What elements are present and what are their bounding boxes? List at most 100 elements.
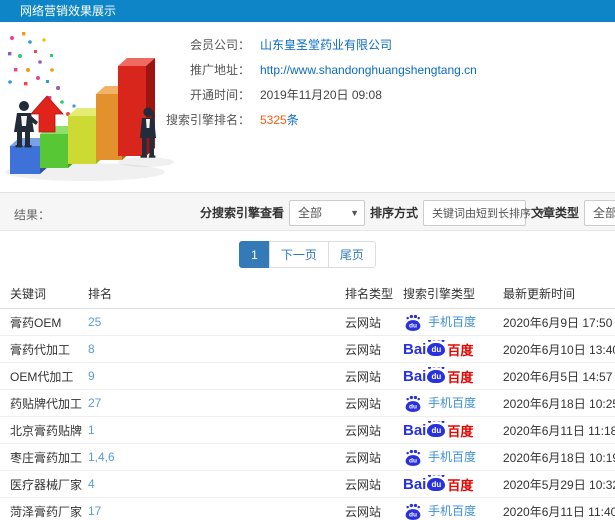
baidu-paw-icon: du bbox=[427, 366, 446, 383]
rank-link[interactable]: 1,4,6 bbox=[88, 450, 115, 464]
baidu-logo: Bai du 百度 bbox=[403, 366, 474, 385]
rank-type-cell: 云网站 bbox=[345, 450, 382, 465]
rank-link[interactable]: 17 bbox=[88, 504, 101, 518]
engine-rank-count: 5325 bbox=[260, 113, 287, 127]
baidu-logo: Bai du 百度 bbox=[403, 339, 474, 358]
engine-label: 手机百度 bbox=[428, 395, 477, 410]
engine-label: 手机百度 bbox=[428, 449, 477, 464]
keyword-table: 关键词 排名 排名类型 搜索引擎类型 最新更新时间 膏药OEM 25 云网站 d… bbox=[0, 278, 615, 520]
rank-type-cell: 云网站 bbox=[345, 315, 382, 330]
header-rank: 排名 bbox=[88, 286, 113, 301]
engine-cell: du 手机百度 bbox=[403, 502, 503, 520]
rank-type-cell: 云网站 bbox=[345, 342, 382, 357]
mobile-baidu-paw-icon: du bbox=[405, 397, 421, 412]
rank-link[interactable]: 9 bbox=[88, 369, 95, 383]
updated-time: 2020年6月5日 14:57 bbox=[503, 369, 613, 384]
engine-rank-unit: 条 bbox=[286, 113, 299, 127]
engine-label: 手机百度 bbox=[428, 314, 477, 329]
promo-url-label: 推广地址： bbox=[189, 63, 250, 77]
rank-link[interactable]: 1 bbox=[88, 423, 95, 437]
engine-label: 手机百度 bbox=[428, 503, 477, 518]
baidu-logo: Bai du 百度 bbox=[403, 420, 474, 439]
keyword-cell: 北京膏药贴牌 bbox=[10, 423, 83, 438]
rank-link[interactable]: 8 bbox=[88, 342, 95, 356]
table-row: 膏药代加工 8 云网站 Bai du 百度 2020年6月10日 13:40 bbox=[0, 336, 615, 363]
article-type-label: 文章类型 bbox=[531, 206, 580, 220]
table-row: 北京膏药贴牌 1 云网站 Bai du 百度 2020年6月11日 11:18 bbox=[0, 417, 615, 444]
info-row-url: 推广地址： http://www.shandonghuangshengtang.… bbox=[150, 57, 477, 82]
keyword-cell: OEM代加工 bbox=[10, 369, 74, 384]
page-1-button[interactable]: 1 bbox=[239, 241, 270, 268]
table-row: 药贴牌代加工 27 云网站 du 手机百度 2020年6月18日 10:25 bbox=[0, 390, 615, 417]
keyword-cell: 医疗器械厂家 bbox=[10, 477, 83, 492]
next-page-button[interactable]: 下一页 bbox=[268, 241, 329, 268]
engine-label: 百度 bbox=[447, 342, 474, 358]
engine-view-label: 分搜索引擎查看 bbox=[200, 206, 285, 220]
rank-type-cell: 云网站 bbox=[345, 423, 382, 438]
last-page-button[interactable]: 尾页 bbox=[327, 241, 376, 268]
keyword-cell: 膏药OEM bbox=[10, 315, 62, 330]
updated-time: 2020年6月11日 11:40 bbox=[503, 504, 615, 519]
open-time-value: 2019年11月20日 09:08 bbox=[260, 88, 382, 102]
rank-type-cell: 云网站 bbox=[345, 504, 382, 519]
baidu-logo: Bai du 百度 bbox=[403, 474, 474, 493]
header-keyword: 关键词 bbox=[10, 286, 47, 301]
mobile-baidu-paw-icon: du bbox=[405, 505, 421, 520]
rank-link[interactable]: 4 bbox=[88, 477, 95, 491]
company-label: 会员公司： bbox=[189, 38, 250, 52]
keyword-cell: 膏药代加工 bbox=[10, 342, 71, 357]
rank-type-cell: 云网站 bbox=[345, 369, 382, 384]
company-link[interactable]: 山东皇圣堂药业有限公司 bbox=[260, 36, 392, 53]
table-row: OEM代加工 9 云网站 Bai du 百度 2020年6月5日 14:57 bbox=[0, 363, 615, 390]
table-row: 膏药OEM 25 云网站 du 手机百度 2020年6月9日 17:50 bbox=[0, 309, 615, 336]
baidu-paw-icon: du bbox=[427, 474, 446, 491]
rank-type-cell: 云网站 bbox=[345, 396, 382, 411]
engine-label: 百度 bbox=[447, 369, 474, 385]
keyword-cell: 菏泽膏药厂家 bbox=[10, 504, 83, 519]
updated-time: 2020年6月18日 10:19 bbox=[503, 450, 615, 465]
top-section: 会员公司： 山东皇圣堂药业有限公司 推广地址： http://www.shand… bbox=[0, 22, 615, 192]
info-row-company: 会员公司： 山东皇圣堂药业有限公司 bbox=[150, 32, 477, 57]
info-row-open-time: 开通时间： 2019年11月20日 09:08 bbox=[150, 82, 477, 107]
rank-link[interactable]: 25 bbox=[88, 315, 101, 329]
info-panel: 会员公司： 山东皇圣堂药业有限公司 推广地址： http://www.shand… bbox=[150, 32, 477, 132]
engine-cell: Bai du 百度 bbox=[403, 339, 503, 359]
updated-time: 2020年6月10日 13:40 bbox=[503, 342, 615, 357]
mobile-baidu-paw-icon: du bbox=[405, 451, 421, 466]
table-header-row: 关键词 排名 排名类型 搜索引擎类型 最新更新时间 bbox=[0, 278, 615, 309]
info-row-engine-rank: 搜索引擎排名： 5325条 bbox=[150, 107, 477, 132]
filter-bar: 结果： 分搜索引擎查看 全部 ▼ 排序方式 关键词由短到长排序 ▼ 文章类型 全… bbox=[0, 192, 615, 231]
engine-cell: du 手机百度 bbox=[403, 313, 503, 332]
sort-select[interactable]: 关键词由短到长排序 ▼ bbox=[423, 199, 546, 226]
engine-cell: Bai du 百度 bbox=[403, 474, 503, 494]
engine-label: 百度 bbox=[447, 477, 474, 493]
page-title: 网络营销效果展示 bbox=[20, 4, 117, 18]
engine-cell: Bai du 百度 bbox=[403, 366, 503, 386]
rank-link[interactable]: 27 bbox=[88, 396, 101, 410]
keyword-cell: 枣庄膏药加工 bbox=[10, 450, 83, 465]
pagination: 1 下一页 尾页 bbox=[0, 231, 615, 278]
engine-rank-label: 搜索引擎排名： bbox=[165, 113, 250, 127]
mobile-baidu-paw-icon: du bbox=[405, 316, 421, 331]
table-row: 枣庄膏药加工 1,4,6 云网站 du 手机百度 2020年6月18日 10:19 bbox=[0, 444, 615, 471]
engine-cell: du 手机百度 bbox=[403, 394, 503, 413]
updated-time: 2020年6月11日 11:18 bbox=[503, 423, 615, 438]
updated-time: 2020年5月29日 10:32 bbox=[503, 477, 615, 492]
keyword-cell: 药贴牌代加工 bbox=[10, 396, 83, 411]
engine-view-select[interactable]: 全部 ▼ bbox=[289, 199, 366, 226]
updated-time: 2020年6月9日 17:50 bbox=[503, 315, 613, 330]
baidu-paw-icon: du bbox=[427, 339, 446, 356]
header-updated: 最新更新时间 bbox=[503, 286, 576, 301]
chevron-down-icon: ▼ bbox=[350, 207, 360, 218]
table-row: 医疗器械厂家 4 云网站 Bai du 百度 2020年5月29日 10:32 bbox=[0, 471, 615, 498]
table-row: 菏泽膏药厂家 17 云网站 du 手机百度 2020年6月11日 11:40 bbox=[0, 498, 615, 520]
engine-label: 百度 bbox=[447, 423, 474, 439]
promo-url-link[interactable]: http://www.shandonghuangshengtang.cn bbox=[260, 63, 477, 77]
baidu-paw-icon: du bbox=[427, 420, 446, 437]
updated-time: 2020年6月18日 10:25 bbox=[503, 396, 615, 411]
result-label: 结果： bbox=[14, 208, 51, 222]
open-time-label: 开通时间： bbox=[189, 88, 250, 102]
article-type-select[interactable]: 全部 ▼ bbox=[584, 199, 615, 226]
header-engine-type: 搜索引擎类型 bbox=[403, 286, 476, 301]
rank-type-cell: 云网站 bbox=[345, 477, 382, 492]
